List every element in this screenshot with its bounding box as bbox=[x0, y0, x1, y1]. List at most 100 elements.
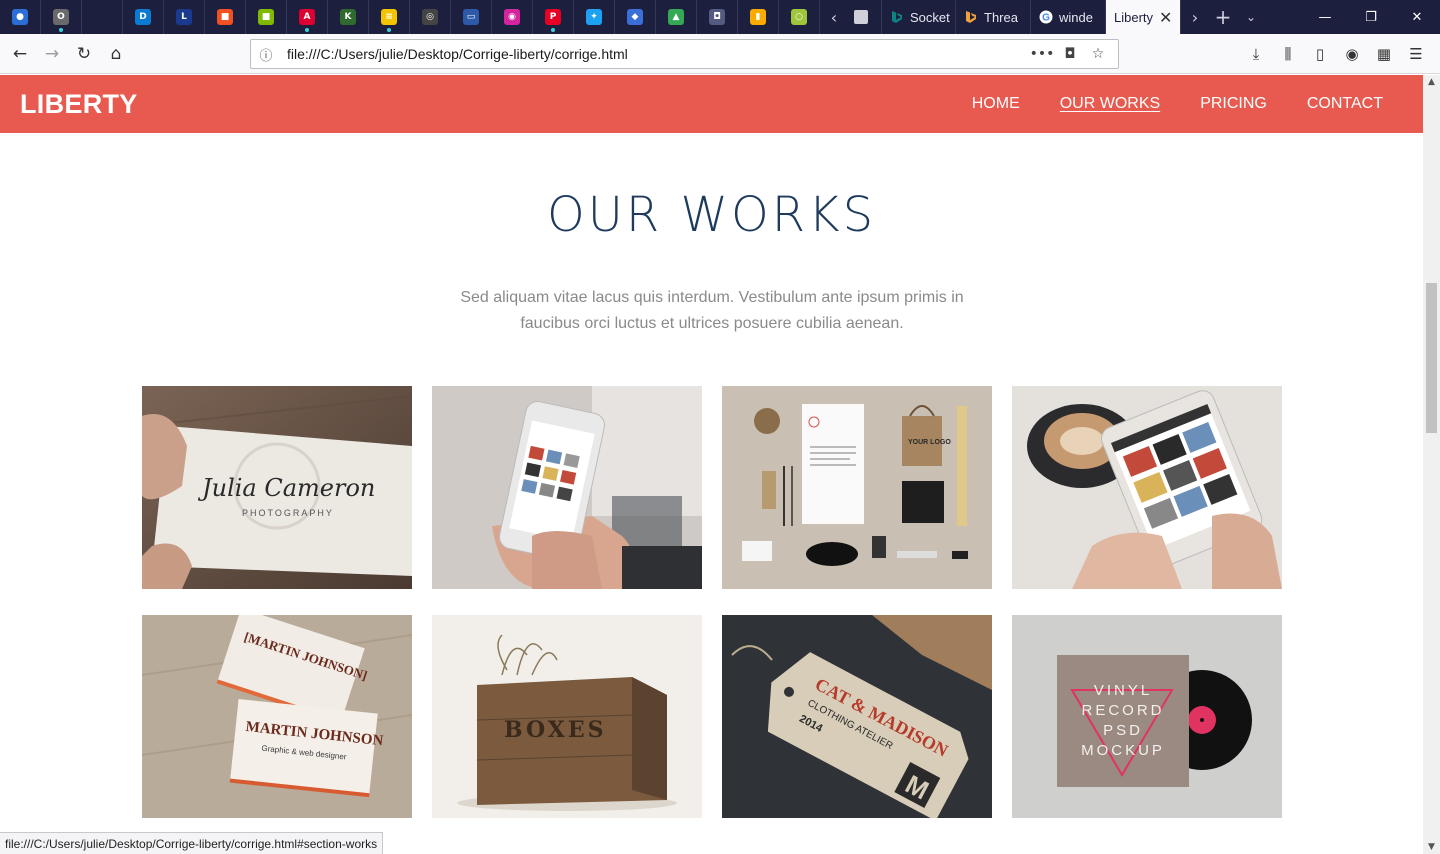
work-tile-boxes[interactable]: BOXES bbox=[432, 615, 702, 818]
tab-partial[interactable] bbox=[848, 0, 882, 34]
twitter-icon: ✦ bbox=[586, 9, 602, 25]
vinyl-record-photo: VINYL RECORD PSD MOCKUP bbox=[1012, 615, 1282, 818]
pinned-tab[interactable]: A bbox=[287, 0, 328, 34]
pinned-tab[interactable]: D bbox=[123, 0, 164, 34]
card-sub-text: PHOTOGRAPHY bbox=[242, 508, 334, 518]
pinned-tab[interactable]: ▲ bbox=[656, 0, 697, 34]
pinned-tab[interactable]: ● bbox=[0, 0, 41, 34]
downloads-icon[interactable]: ⤓ bbox=[1240, 38, 1272, 70]
pinned-tab[interactable]: ○ bbox=[779, 0, 820, 34]
tabs-scroll-right-icon[interactable]: › bbox=[1181, 0, 1209, 34]
list-all-tabs-icon[interactable]: ⌄ bbox=[1237, 0, 1265, 34]
cover-text-4: MOCKUP bbox=[1081, 742, 1165, 759]
pinned-tab[interactable]: ≡ bbox=[369, 0, 410, 34]
home-icon[interactable]: ⌂ bbox=[100, 38, 132, 70]
restore-icon[interactable]: ❐ bbox=[1348, 0, 1394, 34]
pinned-tab[interactable]: ■ bbox=[205, 0, 246, 34]
tab-socket[interactable]: Socket bbox=[882, 0, 956, 34]
tabs-scroll-left-icon[interactable]: ‹ bbox=[820, 0, 848, 34]
back-icon[interactable]: ← bbox=[4, 38, 36, 70]
analytics-icon: ▮ bbox=[750, 9, 766, 25]
page-viewport: LIBERTY HOME OUR WORKS PRICING CONTACT O… bbox=[0, 75, 1423, 854]
url-text[interactable]: file:///C:/Users/julie/Desktop/Corrige-l… bbox=[287, 46, 1028, 62]
pinned-tab[interactable]: O bbox=[41, 0, 82, 34]
hang-tag-photo: CAT & MADISON CLOTHING ATELIER 2014 M bbox=[722, 615, 992, 818]
kle-icon: K bbox=[340, 9, 356, 25]
work-tile-vinyl[interactable]: VINYL RECORD PSD MOCKUP bbox=[1012, 615, 1282, 818]
pinned-tab[interactable]: ▮ bbox=[738, 0, 779, 34]
new-tab-icon[interactable]: + bbox=[1209, 0, 1237, 34]
pinned-tab[interactable]: L bbox=[164, 0, 205, 34]
nav-pricing[interactable]: PRICING bbox=[1200, 95, 1267, 113]
work-tile-cat-madison[interactable]: CAT & MADISON CLOTHING ATELIER 2014 M bbox=[722, 615, 992, 818]
cover-text-1: VINYL bbox=[1094, 682, 1152, 699]
bookmark-app-icon: ◆ bbox=[627, 9, 643, 25]
svg-text:G: G bbox=[1042, 13, 1050, 24]
pocket-icon[interactable]: ◘ bbox=[1056, 46, 1084, 62]
tab-indicator-dot bbox=[387, 28, 391, 32]
pinned-tab[interactable]: P bbox=[533, 0, 574, 34]
sidebar-icon[interactable]: ▯ bbox=[1304, 38, 1336, 70]
section-title: OUR WORKS bbox=[546, 187, 877, 243]
dashlane-icon: D bbox=[135, 9, 151, 25]
tab-thread[interactable]: Threa bbox=[956, 0, 1031, 34]
pinned-tab[interactable]: ■ bbox=[246, 0, 287, 34]
tab-label: Liberty bbox=[1114, 9, 1154, 25]
pinned-tab[interactable] bbox=[82, 0, 123, 34]
pinned-tab[interactable]: ◘ bbox=[697, 0, 738, 34]
crate-text: BOXES bbox=[504, 717, 607, 743]
work-tile-stationery[interactable]: YOUR LOGO bbox=[722, 386, 992, 589]
nav-home[interactable]: HOME bbox=[972, 95, 1020, 113]
pinned-tab[interactable]: K bbox=[328, 0, 369, 34]
bag-logo-text: YOUR LOGO bbox=[908, 439, 951, 446]
bookmark-star-icon[interactable]: ☆ bbox=[1084, 46, 1112, 62]
work-tile-martin-johnson[interactable]: [MARTIN JOHNSON] MARTIN JOHNSON Graphic … bbox=[142, 615, 412, 818]
pinned-tab[interactable]: ◆ bbox=[615, 0, 656, 34]
martin-johnson-photo: [MARTIN JOHNSON] MARTIN JOHNSON Graphic … bbox=[142, 615, 412, 818]
scrollbar-thumb[interactable] bbox=[1426, 283, 1437, 433]
reload-icon[interactable]: ↻ bbox=[68, 38, 100, 70]
scroll-down-icon[interactable]: ▼ bbox=[1423, 840, 1440, 854]
library-icon[interactable]: ⫼ bbox=[1272, 38, 1304, 70]
pinned-tab[interactable]: ✦ bbox=[574, 0, 615, 34]
android-photo bbox=[1012, 386, 1282, 589]
page-scrollbar[interactable]: ▲ ▼ bbox=[1423, 75, 1440, 854]
work-tile-iphone[interactable] bbox=[432, 386, 702, 589]
tab-indicator-dot bbox=[59, 28, 63, 32]
nav-our-works[interactable]: OUR WORKS bbox=[1060, 95, 1160, 113]
iphone-photo bbox=[432, 386, 702, 589]
site-info-icon[interactable]: ⓘ bbox=[257, 45, 275, 64]
bing-icon bbox=[892, 11, 902, 23]
drive-icon: ▲ bbox=[668, 9, 684, 25]
app-icon-1: ● bbox=[12, 9, 28, 25]
cover-text-3: PSD bbox=[1103, 722, 1143, 739]
site-logo[interactable]: LIBERTY bbox=[20, 89, 138, 120]
cover-text-2: RECORD bbox=[1081, 702, 1164, 719]
lead-line-2: faucibus orci luctus et ultrices posuere… bbox=[520, 315, 904, 332]
scroll-up-icon[interactable]: ▲ bbox=[1423, 75, 1440, 89]
page-actions-icon[interactable]: ••• bbox=[1028, 46, 1056, 62]
google-icon: G bbox=[1039, 10, 1053, 24]
close-window-icon[interactable]: ✕ bbox=[1394, 0, 1440, 34]
work-tile-android[interactable] bbox=[1012, 386, 1282, 589]
pinned-tab[interactable]: ◎ bbox=[410, 0, 451, 34]
work-tile-julia-cameron[interactable]: Julia Cameron PHOTOGRAPHY bbox=[142, 386, 412, 589]
pinned-tab[interactable]: ◉ bbox=[492, 0, 533, 34]
minimize-icon[interactable]: — bbox=[1302, 0, 1348, 34]
app-icon-2: O bbox=[53, 9, 69, 25]
menu-icon[interactable]: ☰ bbox=[1400, 38, 1432, 70]
address-bar[interactable]: ⓘ file:///C:/Users/julie/Desktop/Corrige… bbox=[250, 39, 1119, 69]
extensions-icon[interactable]: ▦ bbox=[1368, 38, 1400, 70]
ldlc-icon: L bbox=[176, 9, 192, 25]
tab-liberty-active[interactable]: Liberty ✕ bbox=[1106, 0, 1181, 34]
pinterest-icon: P bbox=[545, 9, 561, 25]
works-grid: Julia Cameron PHOTOGRAPHY YOUR LOGO [MAR… bbox=[142, 386, 1282, 818]
pinned-tab[interactable]: ▭ bbox=[451, 0, 492, 34]
nav-contact[interactable]: CONTACT bbox=[1307, 95, 1383, 113]
tab-google[interactable]: G winde bbox=[1031, 0, 1106, 34]
close-tab-icon[interactable]: ✕ bbox=[1159, 8, 1172, 27]
account-icon[interactable]: ◉ bbox=[1336, 38, 1368, 70]
forward-icon[interactable]: → bbox=[36, 38, 68, 70]
tab-label: winde bbox=[1059, 9, 1093, 25]
window-controls: — ❐ ✕ bbox=[1302, 0, 1440, 34]
